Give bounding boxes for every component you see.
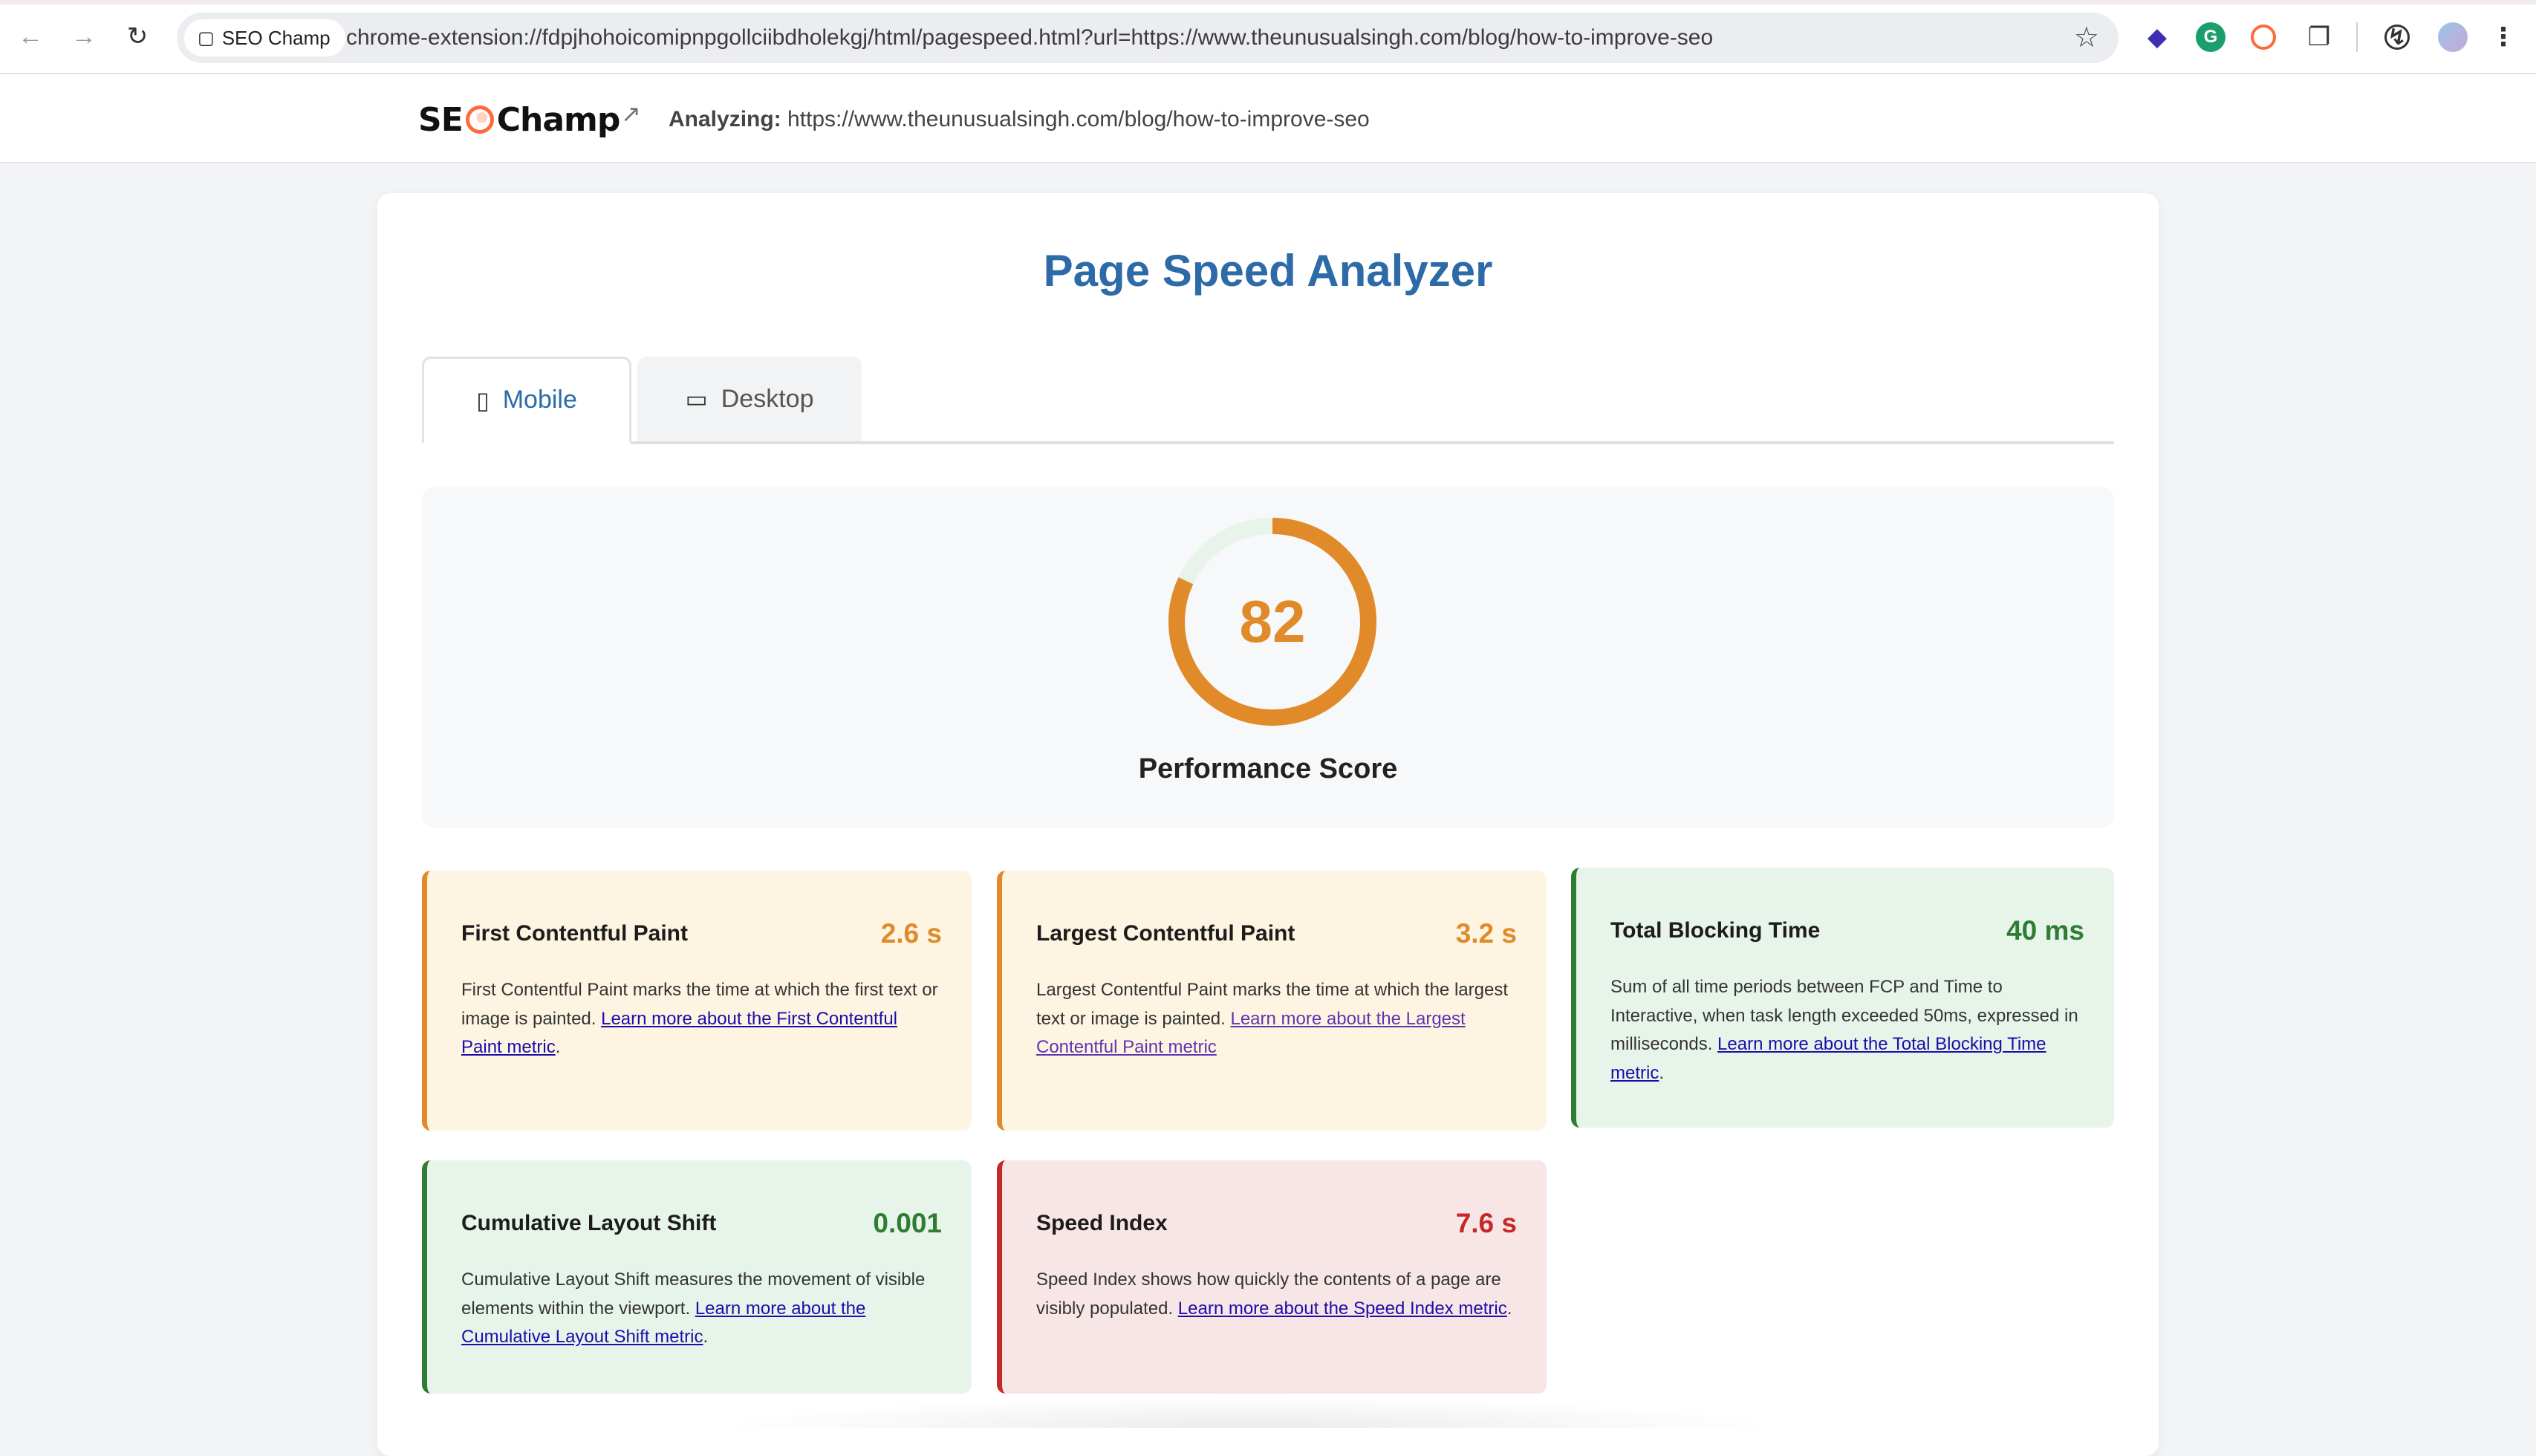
metric-desc-tail: .	[555, 1037, 561, 1057]
toolbar-divider	[2356, 22, 2358, 52]
pagespeed-card: Page Speed Analyzer ▯ Mobile ▭ Desktop 8…	[377, 193, 2159, 1456]
metric-name: First Contentful Paint	[461, 921, 688, 946]
metric-card-speed-index: Speed Index 7.6 s Speed Index shows how …	[997, 1160, 1547, 1394]
learn-more-link[interactable]: Learn more about the Speed Index metric	[1178, 1299, 1507, 1319]
scroll-shadow	[713, 1397, 1783, 1428]
page-title: Page Speed Analyzer	[1043, 246, 1493, 296]
analyzing-line: Analyzing: https://www.theunusualsingh.c…	[669, 107, 1370, 132]
metric-name: Cumulative Layout Shift	[461, 1211, 717, 1235]
reload-icon[interactable]: ↻	[120, 19, 155, 53]
score-value: 82	[1239, 588, 1306, 654]
seo-champ-extension-icon[interactable]	[2251, 25, 2276, 50]
device-tabs: ▯ Mobile ▭ Desktop	[422, 357, 2114, 444]
mobile-phone-icon: ▯	[476, 386, 490, 414]
metric-value: 40 ms	[2006, 915, 2084, 946]
tab-desktop-label: Desktop	[721, 384, 814, 413]
bookmark-star-icon[interactable]: ☆	[2074, 22, 2099, 54]
metric-name: Largest Contentful Paint	[1036, 921, 1295, 946]
logo-text-right: Champ	[496, 100, 621, 139]
forward-icon[interactable]: →	[67, 19, 101, 53]
metric-value: 0.001	[873, 1208, 942, 1238]
logo-text-left: SE	[418, 100, 464, 139]
magnifier-logo-icon	[465, 105, 494, 134]
app-header: SE Champ ↗ Analyzing: https://www.theunu…	[0, 74, 2536, 163]
site-chip-label: SEO Champ	[221, 26, 331, 49]
browser-toolbar: ← → ↻ ▢ SEO Champ chrome-extension://fdp…	[0, 0, 2536, 74]
tab-strip-edge	[0, 0, 2536, 4]
performance-score-panel: 82 Performance Score	[422, 487, 2114, 828]
performance-icon[interactable]: ↯	[2384, 25, 2410, 50]
site-chip[interactable]: ▢ SEO Champ	[184, 19, 345, 56]
metric-description: First Contentful Paint marks the time at…	[461, 976, 942, 1062]
metric-description: Largest Contentful Paint marks the time …	[1036, 976, 1517, 1062]
metric-desc-tail: .	[703, 1327, 709, 1347]
back-icon[interactable]: ←	[13, 19, 48, 53]
metric-desc-tail: .	[1506, 1298, 1512, 1319]
diamond-extension-icon[interactable]: ◆	[2142, 22, 2172, 52]
menu-kebab-icon[interactable]: ⋮	[2488, 22, 2518, 52]
metric-description: Cumulative Layout Shift measures the mov…	[461, 1266, 942, 1352]
metric-description: Speed Index shows how quickly the conten…	[1036, 1266, 1517, 1323]
metric-value: 7.6 s	[1455, 1208, 1517, 1238]
profile-avatar[interactable]	[2438, 22, 2468, 52]
laptop-icon: ▭	[685, 386, 708, 412]
grammarly-icon[interactable]: G	[2196, 22, 2225, 52]
metric-description: Sum of all time periods between FCP and …	[1610, 973, 2084, 1088]
metric-value: 3.2 s	[1455, 918, 1517, 949]
extensions-puzzle-icon[interactable]: ❐	[2304, 22, 2334, 52]
metric-name: Speed Index	[1036, 1211, 1168, 1235]
metric-value: 2.6 s	[880, 918, 942, 949]
tab-mobile-label: Mobile	[502, 386, 577, 414]
metric-name: Total Blocking Time	[1610, 918, 1821, 943]
extension-puzzle-icon: ▢	[198, 27, 215, 48]
address-bar[interactable]: ▢ SEO Champ chrome-extension://fdpjhohoi…	[177, 13, 2119, 63]
metric-card-cls: Cumulative Layout Shift 0.001 Cumulative…	[422, 1160, 972, 1394]
url-text[interactable]: chrome-extension://fdpjhohoicomipnpgollc…	[346, 13, 1713, 63]
metric-card-fcp: First Contentful Paint 2.6 s First Conte…	[422, 871, 972, 1131]
tab-desktop[interactable]: ▭ Desktop	[637, 357, 862, 441]
analyzing-url: https://www.theunusualsingh.com/blog/how…	[787, 107, 1370, 131]
seo-champ-logo: SE Champ	[418, 100, 621, 139]
external-link-icon[interactable]: ↗	[621, 100, 641, 128]
metric-desc-tail: .	[1659, 1062, 1665, 1083]
metric-card-lcp: Largest Contentful Paint 3.2 s Largest C…	[997, 871, 1547, 1131]
metric-card-tbt: Total Blocking Time 40 ms Sum of all tim…	[1571, 868, 2114, 1128]
score-label: Performance Score	[1138, 753, 1398, 784]
tab-mobile[interactable]: ▯ Mobile	[422, 357, 631, 444]
analyzing-label: Analyzing:	[669, 107, 781, 131]
